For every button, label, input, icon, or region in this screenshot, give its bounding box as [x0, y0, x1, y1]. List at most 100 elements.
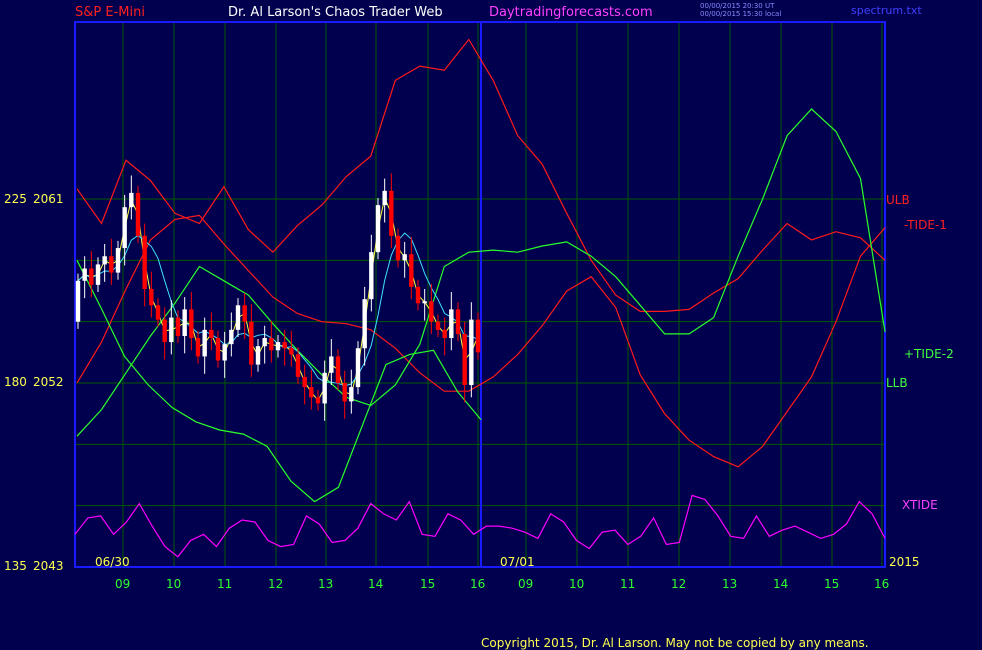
- price-bar: [349, 387, 354, 402]
- price-bar: [469, 319, 474, 386]
- price-bar: [175, 317, 181, 336]
- price-bar: [315, 397, 321, 404]
- price-bar: [362, 299, 367, 349]
- series-label-ulb: ULB: [886, 193, 910, 207]
- price-bar: [262, 338, 267, 347]
- x-tick-label: 13: [318, 577, 334, 591]
- price-bar: [322, 372, 327, 404]
- x-tick-label: 09: [518, 577, 534, 591]
- price-bar: [442, 329, 447, 339]
- y-tick-right: 2061: [33, 192, 64, 206]
- series-label-tide-minus: -TIDE-1: [904, 218, 947, 232]
- price-bar: [369, 252, 374, 300]
- y-tick-left: 180: [4, 375, 27, 389]
- price-bar: [235, 305, 241, 330]
- price-bar: [289, 348, 294, 355]
- price-bar: [395, 235, 401, 261]
- x-tick-label: 15: [420, 577, 436, 591]
- price-bar: [375, 205, 381, 253]
- price-bar: [269, 338, 274, 351]
- price-bar: [382, 190, 387, 206]
- price-bar: [422, 301, 427, 304]
- price-bar: [222, 344, 227, 361]
- x-tick-label: 10: [569, 577, 585, 591]
- file-name: spectrum.txt: [851, 4, 922, 17]
- x-tick-label: 15: [824, 577, 840, 591]
- x-tick-label: 12: [268, 577, 284, 591]
- date-label: 07/01: [500, 555, 535, 569]
- price-bar: [455, 309, 461, 334]
- series-label-tide-plus: +TIDE-2: [904, 347, 954, 361]
- x-tick-label: 11: [217, 577, 233, 591]
- price-bar: [409, 254, 414, 287]
- site-title: Dr. Al Larson's Chaos Trader Web: [228, 5, 443, 20]
- price-bar: [209, 329, 214, 339]
- date-label: 2015: [889, 555, 920, 569]
- x-tick-label: 16: [874, 577, 890, 591]
- x-tick-label: 10: [166, 577, 182, 591]
- price-bar: [342, 383, 347, 402]
- price-bar: [329, 356, 334, 373]
- x-tick-label: 09: [115, 577, 131, 591]
- symbol-title: S&P E-Mini: [75, 5, 145, 20]
- y-tick-right: 2043: [33, 559, 64, 573]
- price-bar: [229, 329, 234, 345]
- price-bar: [275, 342, 281, 351]
- price-bar: [435, 321, 441, 330]
- x-tick-label: 14: [773, 577, 789, 591]
- price-bar: [155, 305, 161, 320]
- timestamp-local: 00/00/2015 15:30 local: [700, 10, 782, 18]
- series-label-llb: LLB: [886, 376, 908, 390]
- price-bar: [195, 338, 201, 357]
- x-tick-label: 16: [470, 577, 486, 591]
- price-bar: [115, 248, 121, 273]
- price-bar: [449, 309, 454, 339]
- price-bar: [255, 346, 261, 365]
- y-tick-right: 2052: [33, 375, 64, 389]
- price-bar: [182, 309, 187, 336]
- price-bar: [309, 387, 314, 398]
- price-bar: [109, 256, 114, 273]
- date-label: 06/30: [95, 555, 130, 569]
- price-bar: [135, 192, 141, 236]
- price-bar: [95, 264, 101, 285]
- price-bar: [302, 376, 307, 388]
- price-bar: [142, 235, 147, 289]
- price-bar: [402, 254, 407, 261]
- price-bar: [355, 348, 361, 388]
- y-tick-left: 225: [4, 192, 27, 206]
- price-bar: [82, 268, 87, 281]
- price-bar: [295, 354, 301, 377]
- x-tick-label: 13: [722, 577, 738, 591]
- timestamp-ut: 00/00/2015 20:30 UT: [700, 2, 775, 10]
- price-bar: [102, 256, 107, 265]
- price-bar: [242, 305, 247, 322]
- price-bar: [462, 333, 467, 386]
- series-label-xtide: XTIDE: [902, 498, 938, 512]
- price-bar: [429, 301, 434, 322]
- price-bar: [89, 268, 94, 285]
- price-bar: [169, 317, 174, 343]
- chart: [74, 21, 886, 568]
- x-tick-label: 14: [368, 577, 384, 591]
- price-bar: [129, 192, 134, 208]
- price-bar: [149, 288, 154, 306]
- y-tick-left: 135: [4, 559, 27, 573]
- llb-line: [76, 260, 482, 503]
- price-bar: [475, 319, 481, 353]
- x-tick-label: 12: [671, 577, 687, 591]
- price-bar: [335, 356, 341, 383]
- price-bar: [415, 286, 421, 304]
- price-bar: [215, 338, 221, 361]
- site-url[interactable]: Daytradingforecasts.com: [489, 5, 653, 20]
- price-bar: [389, 190, 394, 236]
- price-bar: [189, 309, 194, 339]
- price-bar: [202, 329, 207, 357]
- price-bar: [75, 280, 81, 322]
- price-bar: [162, 319, 167, 343]
- x-tick-label: 11: [620, 577, 636, 591]
- price-bar: [249, 321, 254, 365]
- price-bars: [75, 173, 481, 421]
- price-bar: [122, 207, 127, 249]
- price-bar: [282, 342, 287, 349]
